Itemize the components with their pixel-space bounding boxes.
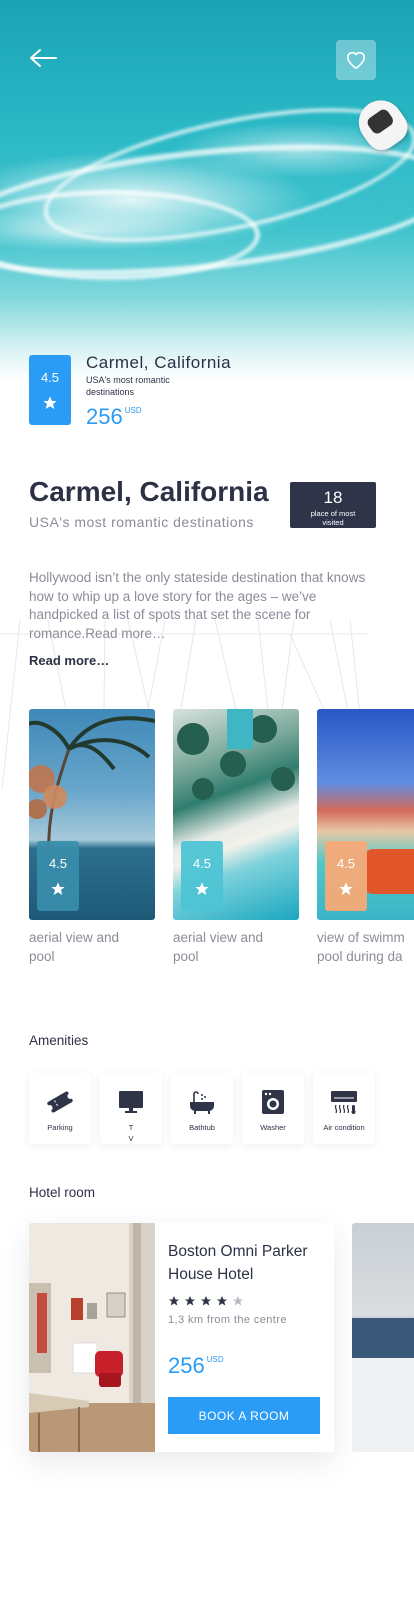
rating-value: 4.5	[336, 855, 356, 871]
rank-badge: 18 place of most visited	[290, 482, 376, 528]
read-more-link[interactable]: Read more…	[29, 653, 109, 668]
arrow-left-icon	[30, 49, 57, 67]
bathtub-icon	[188, 1089, 216, 1115]
price-value: 256	[86, 404, 123, 429]
price-currency: USD	[124, 406, 142, 415]
tree-image	[177, 709, 295, 800]
room-illustration	[29, 1223, 155, 1452]
book-room-button[interactable]: BOOK A ROOM	[168, 1397, 320, 1434]
summary-subtitle: USA's most romantic destinations	[86, 375, 170, 397]
rating-badge: 4.5	[29, 355, 71, 425]
star-icon	[185, 1296, 195, 1306]
amenity-label: Bathtub	[189, 1123, 215, 1132]
gallery-caption: aerial view and pool	[29, 930, 120, 964]
amenity-air-condition[interactable]: Air condition	[313, 1073, 375, 1144]
star-rating	[168, 1295, 244, 1307]
star-empty-icon	[233, 1296, 243, 1306]
price-value: 256	[168, 1353, 205, 1378]
bed-headboard	[352, 1318, 414, 1358]
washer-icon	[259, 1089, 287, 1115]
star-icon	[195, 881, 209, 895]
gallery-card[interactable]: 4.5	[173, 709, 299, 920]
star-icon	[169, 1296, 179, 1306]
rating-value: 4.5	[40, 369, 60, 385]
amenity-tv[interactable]: TV	[100, 1073, 162, 1144]
amenity-label: TV	[128, 1123, 134, 1143]
star-icon	[43, 395, 57, 409]
rank-label: place of most visited	[310, 509, 356, 527]
rating-value: 4.5	[48, 855, 68, 871]
price-currency: USD	[206, 1355, 224, 1364]
rating-value: 4.5	[192, 855, 212, 871]
star-icon	[51, 881, 65, 895]
amenity-bathtub[interactable]: Bathtub	[171, 1073, 233, 1144]
rating-badge: 4.5	[37, 841, 79, 911]
pool-float	[365, 849, 414, 894]
summary-title: Carmel, California	[86, 353, 232, 372]
amenity-parking[interactable]: Parking	[29, 1073, 91, 1144]
back-button[interactable]	[28, 46, 58, 70]
rating-badge: 4.5	[325, 841, 367, 911]
star-icon	[201, 1296, 211, 1306]
amenities-title: Amenities	[29, 1033, 89, 1048]
star-icon	[339, 881, 353, 895]
ticket-icon	[46, 1089, 74, 1115]
amenity-label: Washer	[260, 1123, 286, 1132]
hotel-card[interactable]: Boston Omni Parker House Hotel 1,3 km fr…	[29, 1223, 334, 1452]
summary-price: 256 USD	[86, 404, 142, 430]
favorite-button[interactable]	[336, 40, 376, 80]
page-title: Carmel, California	[29, 476, 269, 507]
hotel-room-image	[29, 1223, 155, 1452]
destination-page: 4.5 Carmel, California USA's most romant…	[0, 0, 414, 1602]
amenity-label: Air condition	[323, 1123, 365, 1132]
gallery-caption: aerial view and pool	[173, 930, 264, 964]
gallery-caption: view of swimm pool during da	[317, 928, 414, 966]
tv-icon	[117, 1089, 145, 1114]
hotel-section-title: Hotel room	[29, 1185, 96, 1200]
hero-image	[0, 0, 414, 380]
gallery-card[interactable]: 4.5	[317, 709, 414, 920]
hotel-card-next[interactable]	[352, 1223, 414, 1452]
gallery-caption-text: view of swimm pool during da	[317, 930, 405, 964]
heart-icon	[347, 51, 365, 69]
star-icon	[217, 1296, 227, 1306]
gallery-card[interactable]: 4.5	[29, 709, 155, 920]
rating-badge: 4.5	[181, 841, 223, 911]
description: Hollywood isn’t the only stateside desti…	[29, 570, 366, 641]
amenity-washer[interactable]: Washer	[242, 1073, 304, 1144]
rank-number: 18	[323, 488, 343, 507]
amenity-label: Parking	[47, 1123, 73, 1132]
air-condition-icon	[330, 1089, 358, 1115]
hotel-distance: 1,3 km from the centre	[168, 1314, 287, 1326]
hotel-price: 256 USD	[168, 1353, 224, 1379]
bed-sheets	[352, 1358, 414, 1452]
tree-image	[29, 716, 155, 859]
hotel-name: Boston Omni Parker House Hotel	[168, 1243, 308, 1283]
page-subtitle: USA's most romantic destinations	[29, 514, 254, 530]
